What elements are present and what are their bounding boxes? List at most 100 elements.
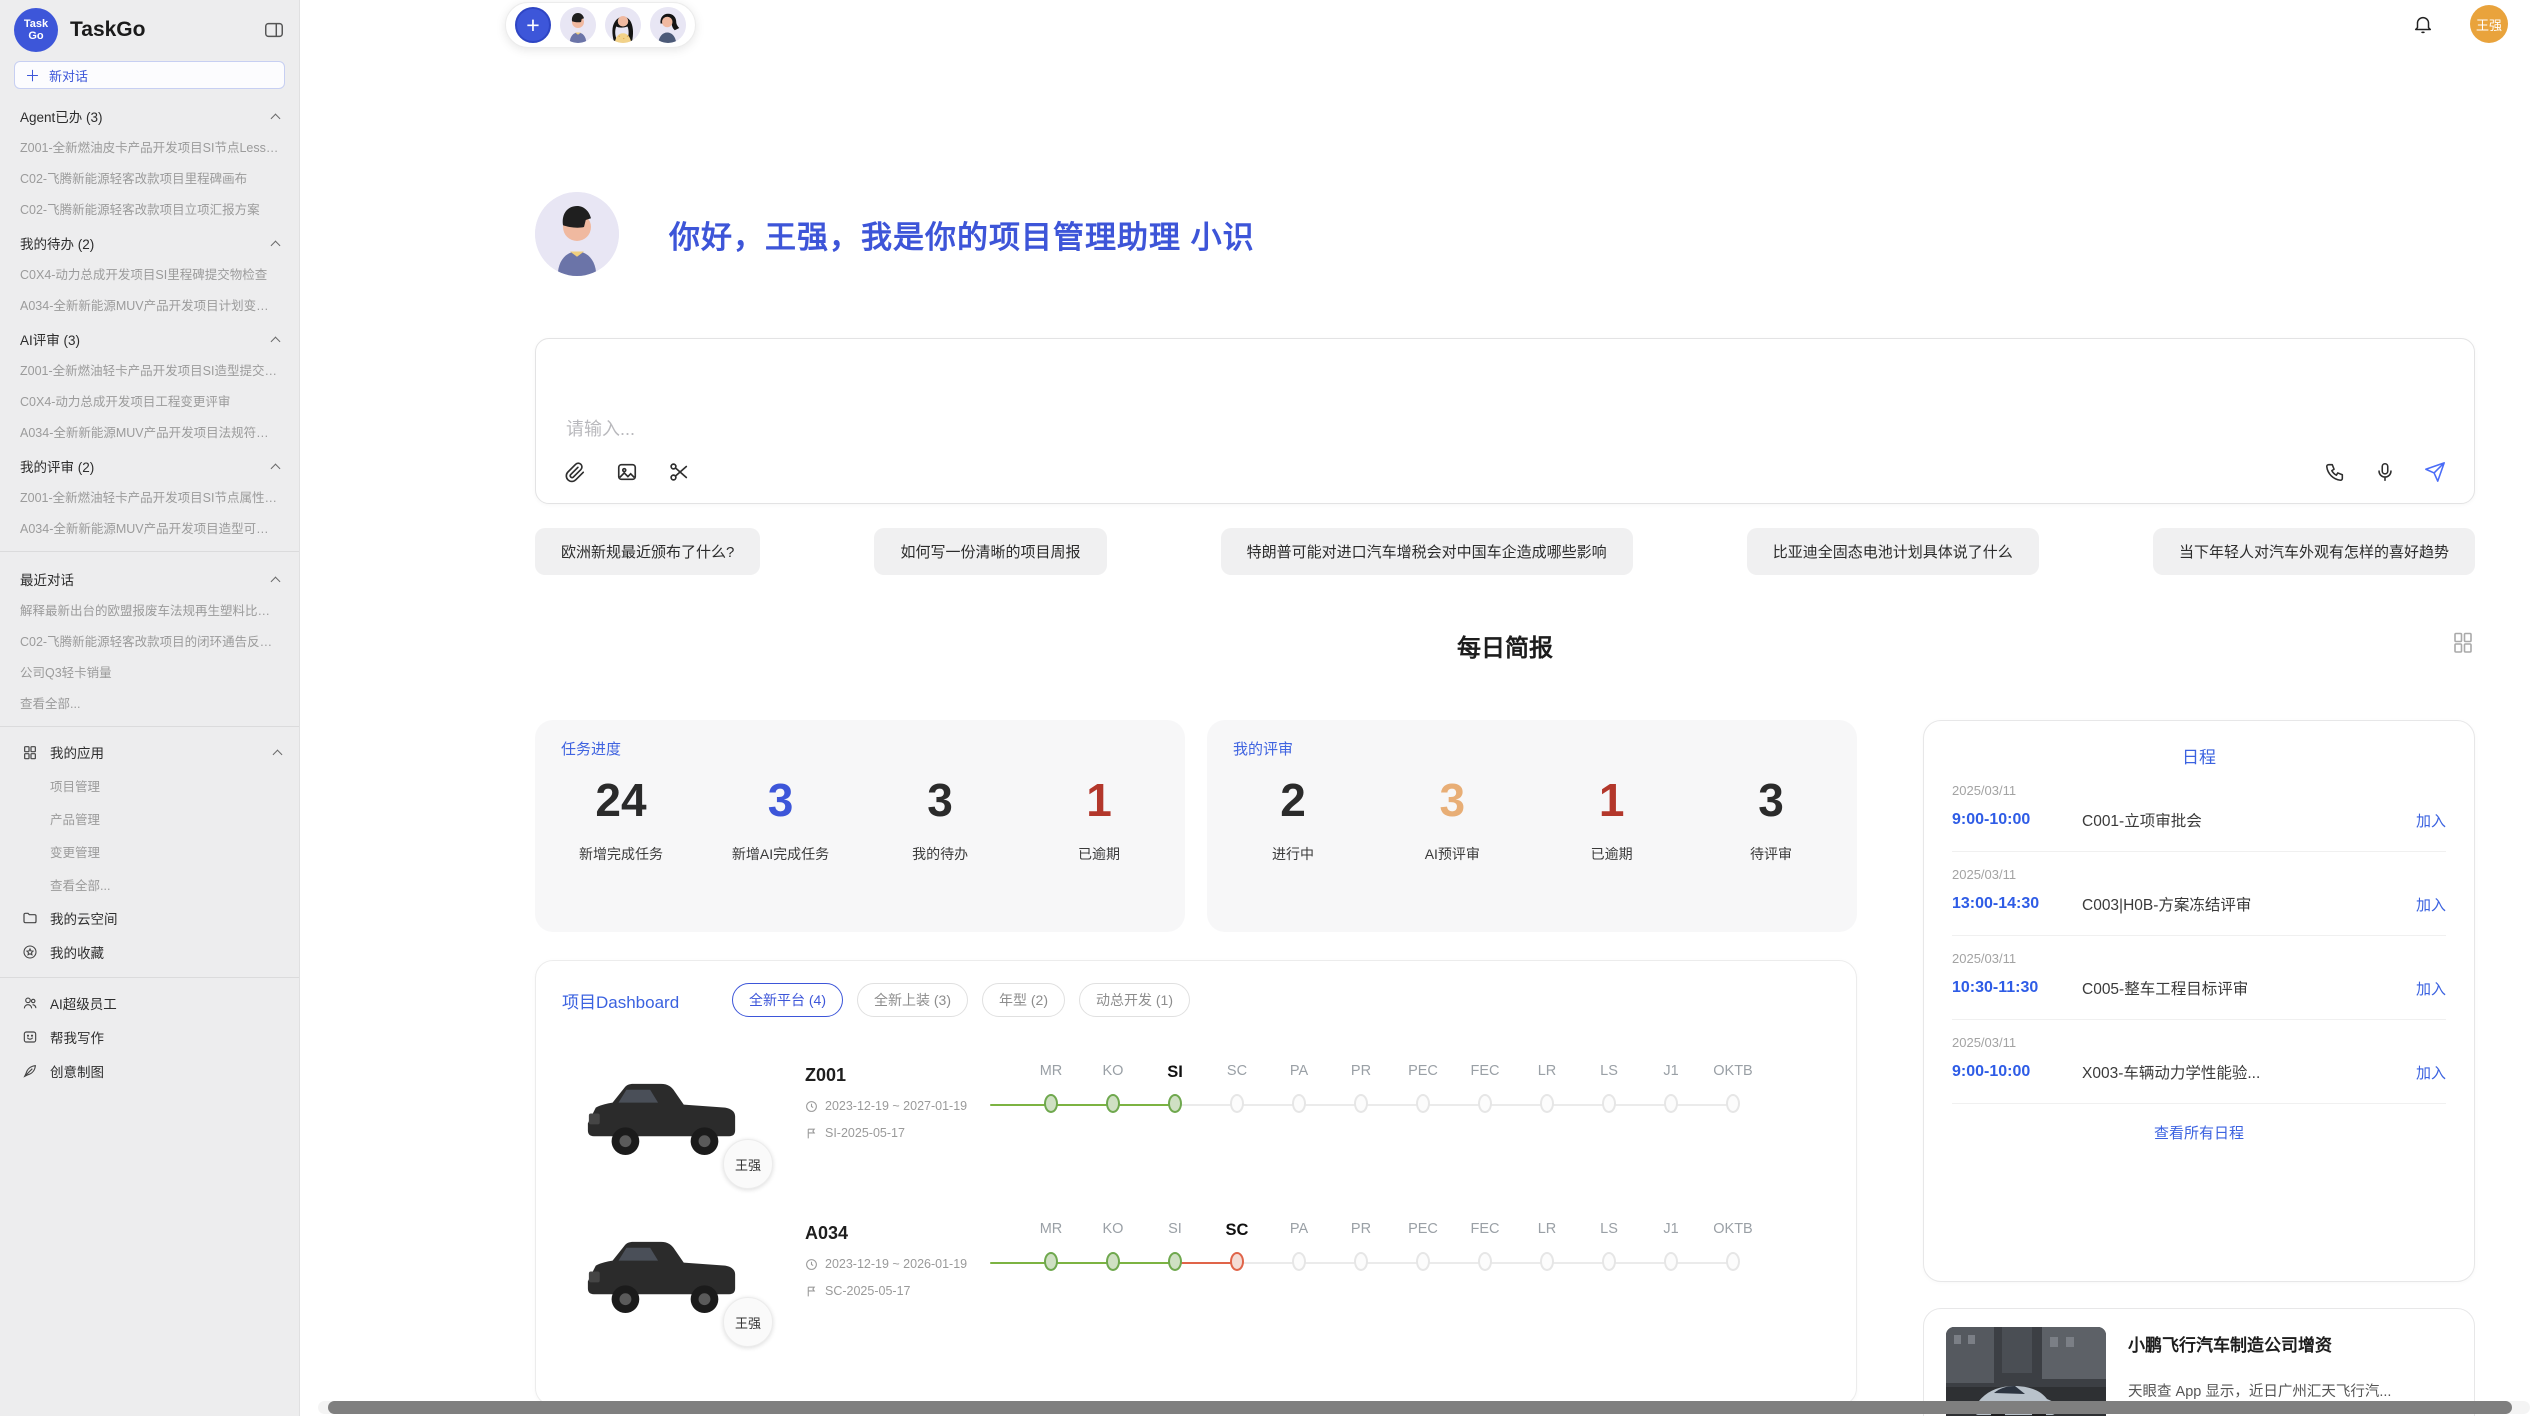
sidebar-item[interactable]: A034-全新新能源MUV产品开发项目造型可行性评审 [0,512,299,543]
recent-chat-item[interactable]: C02-飞腾新能源轻客改款项目的闭环通告反馈情况 [0,625,299,656]
phone-icon[interactable] [2324,461,2346,483]
milestone-label: LS [1578,1063,1640,1082]
app-link-project-mgmt[interactable]: 项目管理 [0,769,299,802]
my-reviews-title: 我的评审 [1233,738,1831,759]
sidebar-item[interactable]: Z001-全新燃油皮卡产品开发项目SI节点Lesson Learn报告 [0,131,299,162]
project-row[interactable]: 王强 Z001 2023-12-19 ~ 2027-01-19 SI-2025-… [562,1061,1830,1173]
project-row[interactable]: 王强 A034 2023-12-19 ~ 2026-01-19 SC-2025-… [562,1219,1830,1331]
send-icon[interactable] [2424,461,2446,483]
member-avatar[interactable] [650,7,686,43]
app-link-view-all[interactable]: 查看全部... [0,868,299,901]
user-avatar[interactable]: 王强 [2470,5,2508,43]
sidebar-item[interactable]: C02-飞腾新能源轻客改款项目里程碑画布 [0,162,299,193]
sidebar-item-help-me-write[interactable]: 帮我写作 [0,1020,299,1054]
project-flag-label: SI-2025-05-17 [825,1126,905,1140]
view-all-schedule-link[interactable]: 查看所有日程 [1952,1122,2446,1143]
dashboard-title: 项目Dashboard [562,988,718,1013]
task-progress-title: 任务进度 [561,738,1159,759]
attachment-icon[interactable] [564,461,586,483]
milestone-label: LR [1516,1221,1578,1240]
milestone-label: PR [1330,1063,1392,1082]
join-link[interactable]: 加入 [2416,894,2446,915]
stat-label: 已逾期 [1051,844,1147,864]
suggestion-chip[interactable]: 特朗普可能对进口汽车增税会对中国车企造成哪些影响 [1221,528,1633,575]
schedule-time: 9:00-10:00 [1952,811,2082,829]
sidebar-item[interactable]: C02-飞腾新能源轻客改款项目立项汇报方案 [0,193,299,224]
news-card[interactable]: 小鹏飞行汽车制造公司增资 天眼查 App 显示，近日广州汇天飞行汽... [1923,1308,2475,1416]
sidebar-item-ai-super-staff[interactable]: AI超级员工 [0,986,299,1020]
sidebar-item[interactable]: Z001-全新燃油轻卡产品开发项目SI节点属性5D文件评审 [0,481,299,512]
milestone-label: PEC [1392,1063,1454,1082]
composer-right-tools [2324,461,2446,483]
stat-label: 我的待办 [892,844,988,864]
join-link[interactable]: 加入 [2416,810,2446,831]
project-owner-badge: 王强 [723,1297,773,1347]
milestone-label: PEC [1392,1221,1454,1240]
sidebar-toggle-icon[interactable] [263,19,285,41]
layout-grid-icon[interactable] [2451,630,2475,654]
suggestion-chip[interactable]: 欧洲新规最近颁布了什么? [535,528,760,575]
sidebar-item[interactable]: C0X4-动力总成开发项目SI里程碑提交物检查 [0,258,299,289]
suggestion-chip[interactable]: 当下年轻人对汽车外观有怎样的喜好趋势 [2153,528,2475,575]
stats-row: 任务进度 24 新增完成任务 3 新增AI完成任务 3 [535,720,1857,932]
input-placeholder: 请输入... [566,415,635,441]
tab-all-new-platform[interactable]: 全新平台 (4) [732,983,843,1017]
section-my-review: 我的评审 (2) [0,447,299,481]
sidebar-item-cloud-space[interactable]: 我的云空间 [0,901,299,935]
recent-chat-item[interactable]: 解释最新出台的欧盟报废车法规再生塑料比例被调至15%... [0,594,299,625]
join-link[interactable]: 加入 [2416,978,2446,999]
add-member-button[interactable]: + [515,7,551,43]
app-link-change-mgmt[interactable]: 变更管理 [0,835,299,868]
tab-model-year[interactable]: 年型 (2) [982,983,1065,1017]
recent-chat-view-all[interactable]: 查看全部... [0,687,299,718]
image-icon[interactable] [616,461,638,483]
tab-powertrain-dev[interactable]: 动总开发 (1) [1079,983,1190,1017]
sidebar-item[interactable]: A034-全新新能源MUV产品开发项目计划变更表编写 [0,289,299,320]
suggestion-chip[interactable]: 如何写一份清晰的项目周报 [874,528,1106,575]
plus-icon: ＋ [25,65,40,86]
stat-new-done: 24 新增完成任务 [573,773,669,864]
project-info: Z001 2023-12-19 ~ 2027-01-19 SI-2025-05-… [805,1061,1020,1140]
divider [0,977,299,978]
assistant-avatar [535,192,619,276]
sidebar-item-favorites[interactable]: 我的收藏 [0,935,299,969]
stat-ai-pre-review: 3 AI预评审 [1404,773,1500,864]
apps-grid-icon [22,744,38,760]
scrollbar-thumb[interactable] [328,1401,2512,1414]
stat-overdue: 1 已逾期 [1051,773,1147,864]
news-snippet: 天眼查 App 显示，近日广州汇天飞行汽... [2128,1380,2391,1401]
chevron-up-icon[interactable] [271,576,281,586]
member-avatar[interactable] [605,7,641,43]
stat-value: 3 [732,773,829,828]
tab-all-new-body[interactable]: 全新上装 (3) [857,983,968,1017]
stat-label: AI预评审 [1404,844,1500,864]
chat-input-box[interactable]: 请输入... [535,338,2475,504]
milestone-label: KO [1082,1063,1144,1082]
logo-text-bottom: Go [28,30,43,42]
chevron-up-icon[interactable] [271,113,281,123]
chevron-up-icon[interactable] [271,463,281,473]
briefing-grid: 任务进度 24 新增完成任务 3 新增AI完成任务 3 [535,720,2475,1416]
sidebar-item[interactable]: A034-全新新能源MUV产品开发项目法规符合性评审 [0,416,299,447]
sidebar-item[interactable]: C0X4-动力总成开发项目工程变更评审 [0,385,299,416]
chevron-up-icon[interactable] [273,749,283,759]
stat-label: 新增完成任务 [573,844,669,864]
suggestion-chip[interactable]: 比亚迪全固态电池计划具体说了什么 [1747,528,2039,575]
microphone-icon[interactable] [2374,461,2396,483]
sidebar-item-my-apps[interactable]: 我的应用 [0,735,299,769]
recent-chat-item[interactable]: 公司Q3轻卡销量 [0,656,299,687]
app-link-product-mgmt[interactable]: 产品管理 [0,802,299,835]
new-chat-button[interactable]: ＋ 新对话 [14,61,285,89]
join-link[interactable]: 加入 [2416,1062,2446,1083]
chevron-up-icon[interactable] [271,336,281,346]
scissors-icon[interactable] [668,461,690,483]
star-badge-icon [22,944,38,960]
composer-left-tools [564,461,690,483]
chevron-up-icon[interactable] [271,240,281,250]
milestone-rail: MR KO SI SC PA PR PEC FEC LR LS J1 [1020,1061,1830,1122]
sidebar-item[interactable]: Z001-全新燃油轻卡产品开发项目SI造型提交物评审 [0,354,299,385]
stat-value: 1 [1564,773,1660,828]
milestone-track [1020,1090,1830,1122]
sidebar-item-creative-drawing[interactable]: 创意制图 [0,1054,299,1088]
member-avatar[interactable] [560,7,596,43]
